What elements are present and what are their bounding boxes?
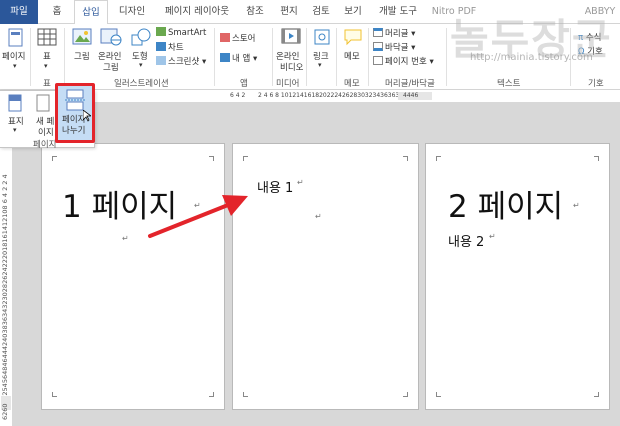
arrow-annotation <box>148 195 248 238</box>
